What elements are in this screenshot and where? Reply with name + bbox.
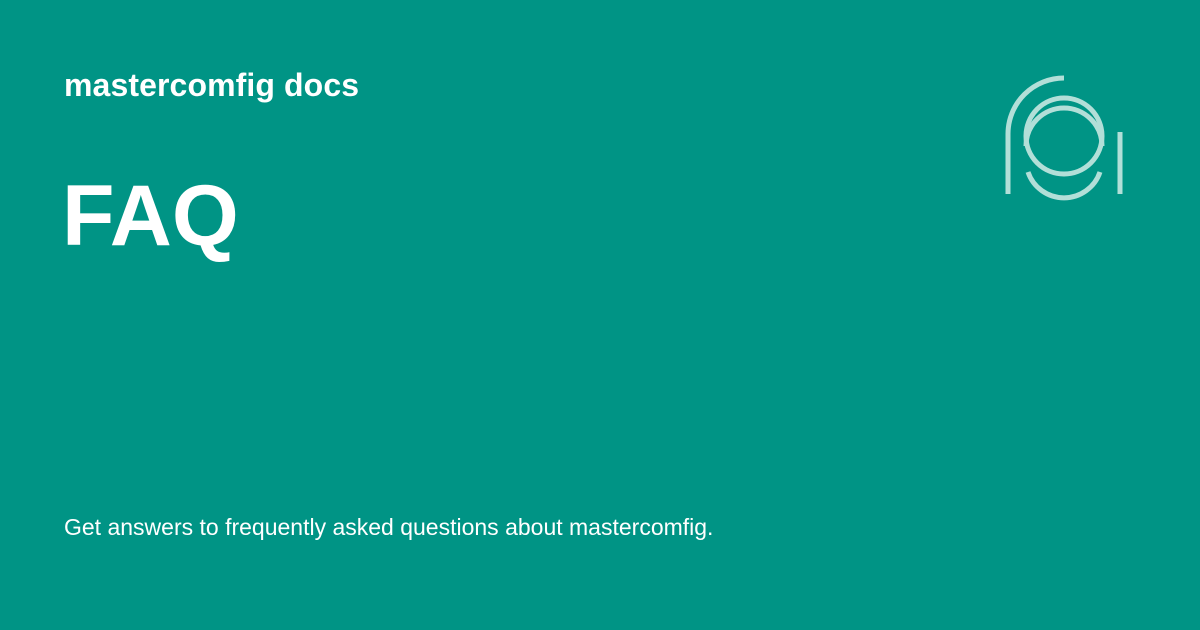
logo-outer-arc [1005, 75, 1065, 194]
mastercomfig-logo-icon [1005, 75, 1123, 201]
page-description: Get answers to frequently asked question… [64, 514, 714, 540]
page-title: FAQ [62, 168, 239, 264]
social-card: mastercomfig docs FAQ Get answers to fre… [0, 0, 1200, 630]
logo-inner-ring [1023, 105, 1105, 147]
site-name: mastercomfig docs [64, 67, 360, 103]
